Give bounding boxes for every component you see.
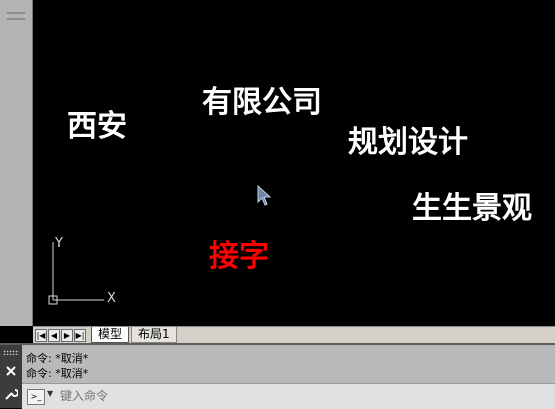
next-tab-button[interactable]: ▶ bbox=[61, 329, 73, 342]
chevron-down-icon[interactable]: ▼ bbox=[47, 389, 53, 398]
command-history-line: 命令: *取消* bbox=[26, 352, 89, 365]
prev-tab-button[interactable]: ◀ bbox=[48, 329, 60, 342]
command-history-line: 命令: *取消* bbox=[26, 367, 89, 380]
command-input-bar: >_ ▼ bbox=[22, 383, 555, 409]
drawing-text-company[interactable]: 有限公司 bbox=[202, 88, 322, 118]
grip-handle[interactable] bbox=[3, 350, 19, 355]
tab-layout1[interactable]: 布局1 bbox=[131, 327, 177, 343]
ucs-x-label: X bbox=[107, 291, 116, 306]
drawing-text-landscape[interactable]: 生生景观 bbox=[412, 194, 532, 224]
command-prompt-icon[interactable]: >_ bbox=[27, 389, 45, 405]
ucs-icon: Y X bbox=[40, 232, 126, 316]
command-input[interactable] bbox=[60, 387, 550, 405]
first-tab-button[interactable]: |◀ bbox=[35, 329, 47, 342]
ucs-y-label: Y bbox=[54, 236, 63, 251]
left-toolbar-strip bbox=[0, 0, 33, 326]
tab-model[interactable]: 模型 bbox=[91, 327, 130, 343]
drawing-text-xian[interactable]: 西安 bbox=[67, 112, 127, 142]
close-icon[interactable] bbox=[5, 362, 17, 376]
strip-divider bbox=[7, 12, 25, 14]
command-window-sidebar bbox=[0, 345, 22, 408]
cursor-icon bbox=[257, 184, 273, 211]
last-tab-button[interactable]: ▶| bbox=[74, 329, 86, 342]
command-window: 命令: *取消* 命令: *取消* >_ ▼ bbox=[0, 343, 555, 409]
layout-tab-bar: |◀ ◀ ▶ ▶| 模型 布局1 bbox=[33, 326, 555, 343]
drawing-text-planning[interactable]: 规划设计 bbox=[348, 128, 468, 158]
drawing-text-red[interactable]: 接字 bbox=[209, 242, 269, 272]
strip-divider bbox=[7, 18, 25, 20]
wrench-icon[interactable] bbox=[4, 386, 19, 400]
